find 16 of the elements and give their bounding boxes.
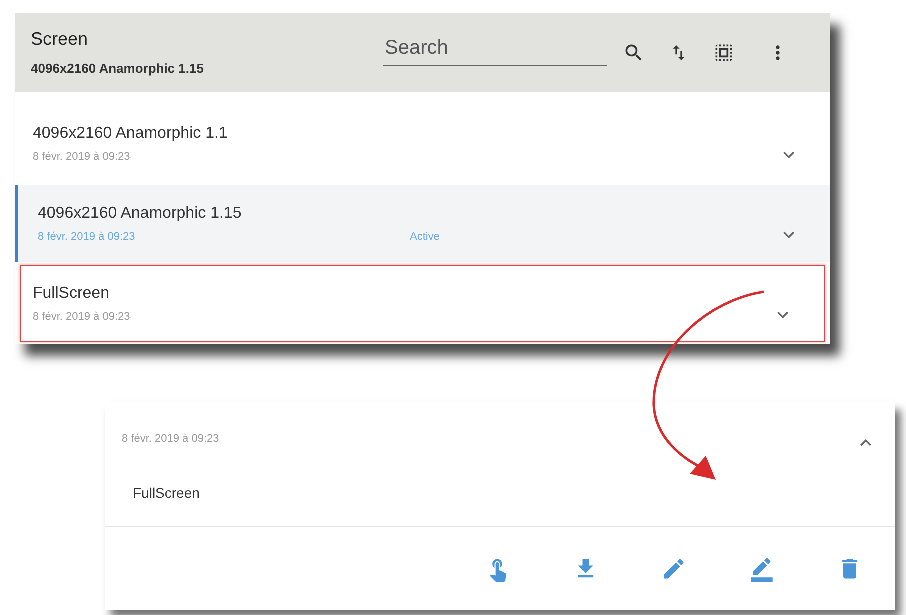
- item-date: 8 févr. 2019 à 09:23: [33, 150, 132, 164]
- header-subtitle: 4096x2160 Anamorphic 1.15: [31, 60, 205, 76]
- pencil-underline-icon[interactable]: [749, 556, 775, 582]
- status-label: Active: [410, 230, 440, 244]
- list-item[interactable]: 4096x2160 Anamorphic 1.1 8 févr. 2019 à 09:23: [15, 105, 830, 182]
- list-item[interactable]: 4096x2160 Anamorphic 1.15 8 févr. 2019 à 09:23 Active: [15, 185, 830, 262]
- detail-name: FullScreen: [133, 485, 200, 501]
- item-name: 4096x2160 Anamorphic 1.1: [33, 124, 229, 144]
- item-name: 4096x2160 Anamorphic 1.15: [38, 204, 243, 224]
- item-name: FullScreen: [33, 284, 110, 304]
- list-item[interactable]: FullScreen 8 févr. 2019 à 09:23: [20, 265, 825, 342]
- detail-date: 8 févr. 2019 à 09:23: [122, 432, 220, 446]
- search-field[interactable]: Search: [383, 32, 607, 66]
- header-title: Screen: [31, 28, 90, 48]
- item-date: 8 févr. 2019 à 09:23: [38, 230, 136, 244]
- item-date: 8 févr. 2019 à 09:23: [33, 310, 132, 324]
